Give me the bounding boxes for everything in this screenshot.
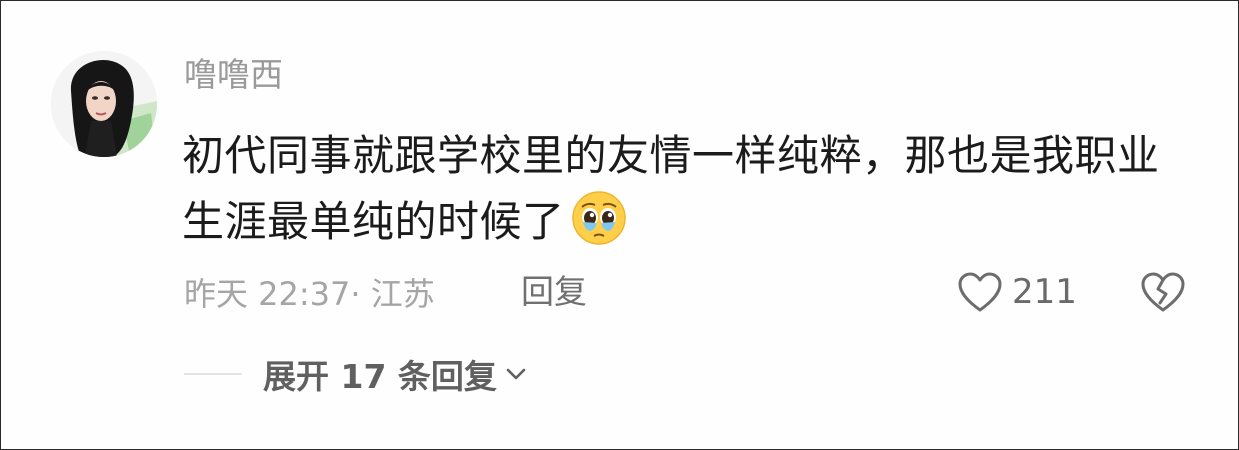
- heart-outline-icon: [956, 270, 1004, 314]
- chevron-down-icon: [506, 368, 526, 380]
- pleading-face-emoji-icon: [571, 190, 627, 246]
- comment-text-line-2-text: 生涯最单纯的时候了: [182, 197, 565, 246]
- expand-replies-button[interactable]: 展开 17 条回复: [263, 351, 527, 397]
- comment-card: 噜噜西 初代同事就跟学校里的友情一样纯粹，那也是我职业 生涯最单纯的时候了 昨天…: [0, 0, 1239, 450]
- like-count: 211: [1012, 272, 1077, 312]
- broken-heart-outline-icon: [1139, 270, 1189, 314]
- dislike-button[interactable]: [1139, 267, 1189, 317]
- avatar-image: [51, 51, 157, 157]
- comment-text-line-2: 生涯最单纯的时候了: [182, 189, 1202, 255]
- avatar[interactable]: [51, 51, 157, 157]
- replies-divider: [184, 373, 242, 375]
- comment-text: 初代同事就跟学校里的友情一样纯粹，那也是我职业 生涯最单纯的时候了: [182, 123, 1202, 255]
- reply-button[interactable]: 回复: [521, 269, 587, 315]
- expand-replies-label: 展开 17 条回复: [263, 357, 497, 396]
- username[interactable]: 噜噜西: [184, 53, 283, 97]
- like-button[interactable]: 211: [956, 267, 1077, 317]
- comment-meta: 昨天 22:37· 江苏: [184, 275, 435, 313]
- comment-text-line-1: 初代同事就跟学校里的友情一样纯粹，那也是我职业: [182, 131, 1160, 180]
